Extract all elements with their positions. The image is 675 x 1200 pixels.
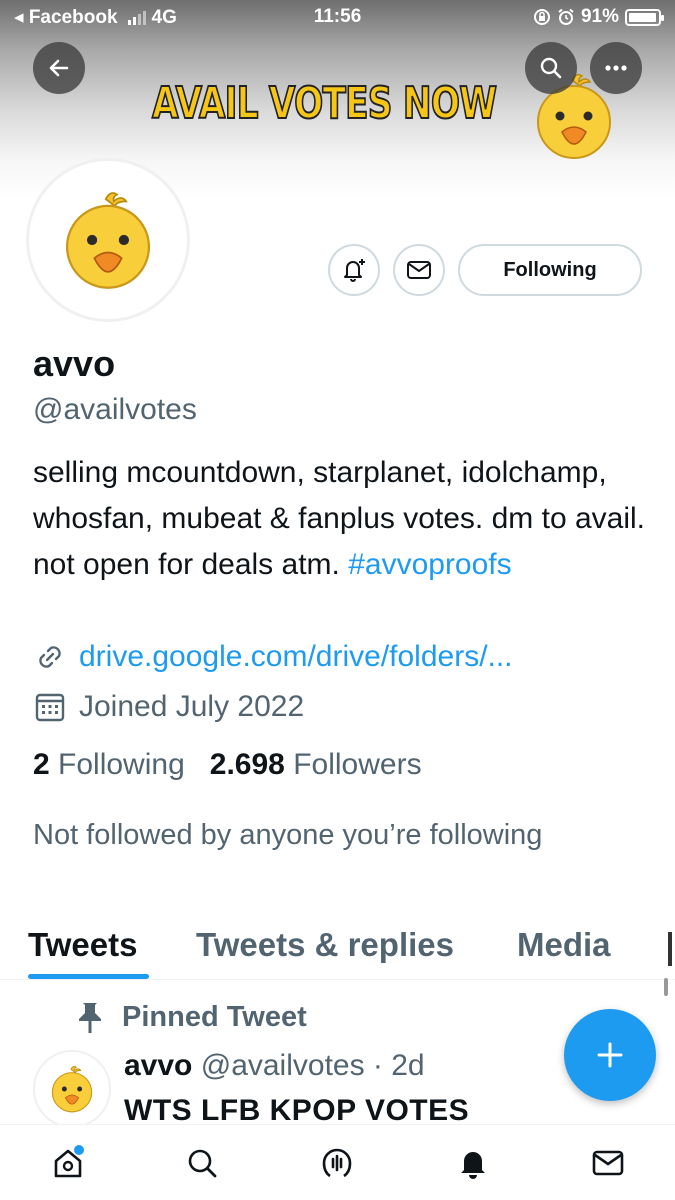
follow-counts: 2 Following 2.698 Followers [33, 748, 422, 782]
nav-notifications[interactable] [451, 1141, 495, 1185]
pinned-label-text: Pinned Tweet [122, 1000, 307, 1033]
messages-icon [592, 1150, 624, 1176]
followers-label: Followers [293, 748, 422, 781]
following-button[interactable]: Following [458, 244, 642, 296]
tab-overflow-indicator [668, 932, 672, 966]
back-button[interactable] [33, 42, 85, 94]
more-horizontal-icon [605, 65, 627, 71]
link-icon [39, 646, 61, 668]
bio-text: selling mcountdown, starplanet, idolcham… [33, 456, 645, 581]
followers-count: 2.698 [209, 748, 285, 781]
following-count: 2 [33, 748, 50, 781]
joined-date: Joined July 2022 [79, 690, 305, 723]
scrollbar[interactable] [664, 978, 668, 996]
alarm-icon [558, 8, 574, 25]
profile-joined-row: Joined July 2022 [33, 690, 304, 724]
message-button[interactable] [393, 244, 445, 296]
notifications-icon [461, 1152, 485, 1179]
plus-icon [597, 1042, 623, 1068]
calendar-icon [35, 693, 65, 722]
notify-button[interactable] [328, 244, 380, 296]
profile-link-row: drive.google.com/drive/folders/... [33, 640, 513, 674]
nav-messages[interactable] [586, 1141, 630, 1185]
mutual-followers-note: Not followed by anyone you’re following [33, 819, 543, 851]
battery-percent: 91% [580, 6, 619, 27]
bell-plus-icon [344, 259, 365, 282]
pinned-tweet-label: Pinned Tweet [74, 1000, 307, 1034]
more-button[interactable] [590, 42, 642, 94]
followers-link[interactable]: 2.698 Followers [210, 748, 422, 781]
spaces-icon [322, 1148, 352, 1178]
following-label: Following [58, 748, 185, 781]
profile-name: avvo [33, 343, 116, 384]
compose-tweet-button[interactable] [564, 1009, 656, 1101]
search-icon [188, 1149, 217, 1178]
active-tab-indicator [28, 974, 149, 979]
search-button[interactable] [525, 42, 577, 94]
rotation-lock-icon [533, 9, 550, 25]
arrow-left-icon [49, 59, 69, 77]
bottom-navigation [0, 1124, 675, 1200]
duck-icon [51, 1066, 93, 1113]
tweet-avatar[interactable] [33, 1050, 111, 1128]
nav-spaces[interactable] [315, 1141, 359, 1185]
tweet-header[interactable]: avvo @availvotes · 2d [124, 1049, 425, 1083]
profile-bio: selling mcountdown, starplanet, idolcham… [33, 450, 653, 588]
tab-tweets[interactable]: Tweets [28, 926, 137, 964]
search-icon [540, 57, 562, 79]
tab-media[interactable]: Media [517, 926, 611, 964]
banner-title: AVAIL VOTES NOW [151, 77, 498, 130]
nav-search[interactable] [180, 1141, 224, 1185]
tweet-text[interactable]: WTS LFB KPOP VOTES [124, 1094, 469, 1122]
tweet-handle-time: @availvotes · 2d [200, 1049, 425, 1082]
nav-home[interactable] [46, 1141, 90, 1185]
status-right: 91% [533, 6, 664, 28]
profile-tabs: Tweets Tweets & replies Media [0, 916, 675, 980]
bio-hashtag-link[interactable]: #avvoproofs [348, 548, 511, 581]
profile-website-link[interactable]: drive.google.com/drive/folders/... [79, 640, 513, 674]
envelope-icon [407, 261, 431, 279]
status-bar: ◂ Facebook 4G 11:56 91% [0, 0, 675, 36]
battery-icon [625, 8, 664, 26]
tweet-author: avvo [124, 1049, 193, 1082]
tab-tweets-replies[interactable]: Tweets & replies [196, 926, 454, 964]
home-unread-dot [74, 1145, 84, 1155]
following-link[interactable]: 2 Following [33, 748, 185, 781]
pin-icon [79, 1003, 101, 1033]
profile-avatar[interactable] [26, 158, 190, 322]
duck-icon [65, 192, 151, 289]
profile-handle: @availvotes [33, 393, 197, 426]
